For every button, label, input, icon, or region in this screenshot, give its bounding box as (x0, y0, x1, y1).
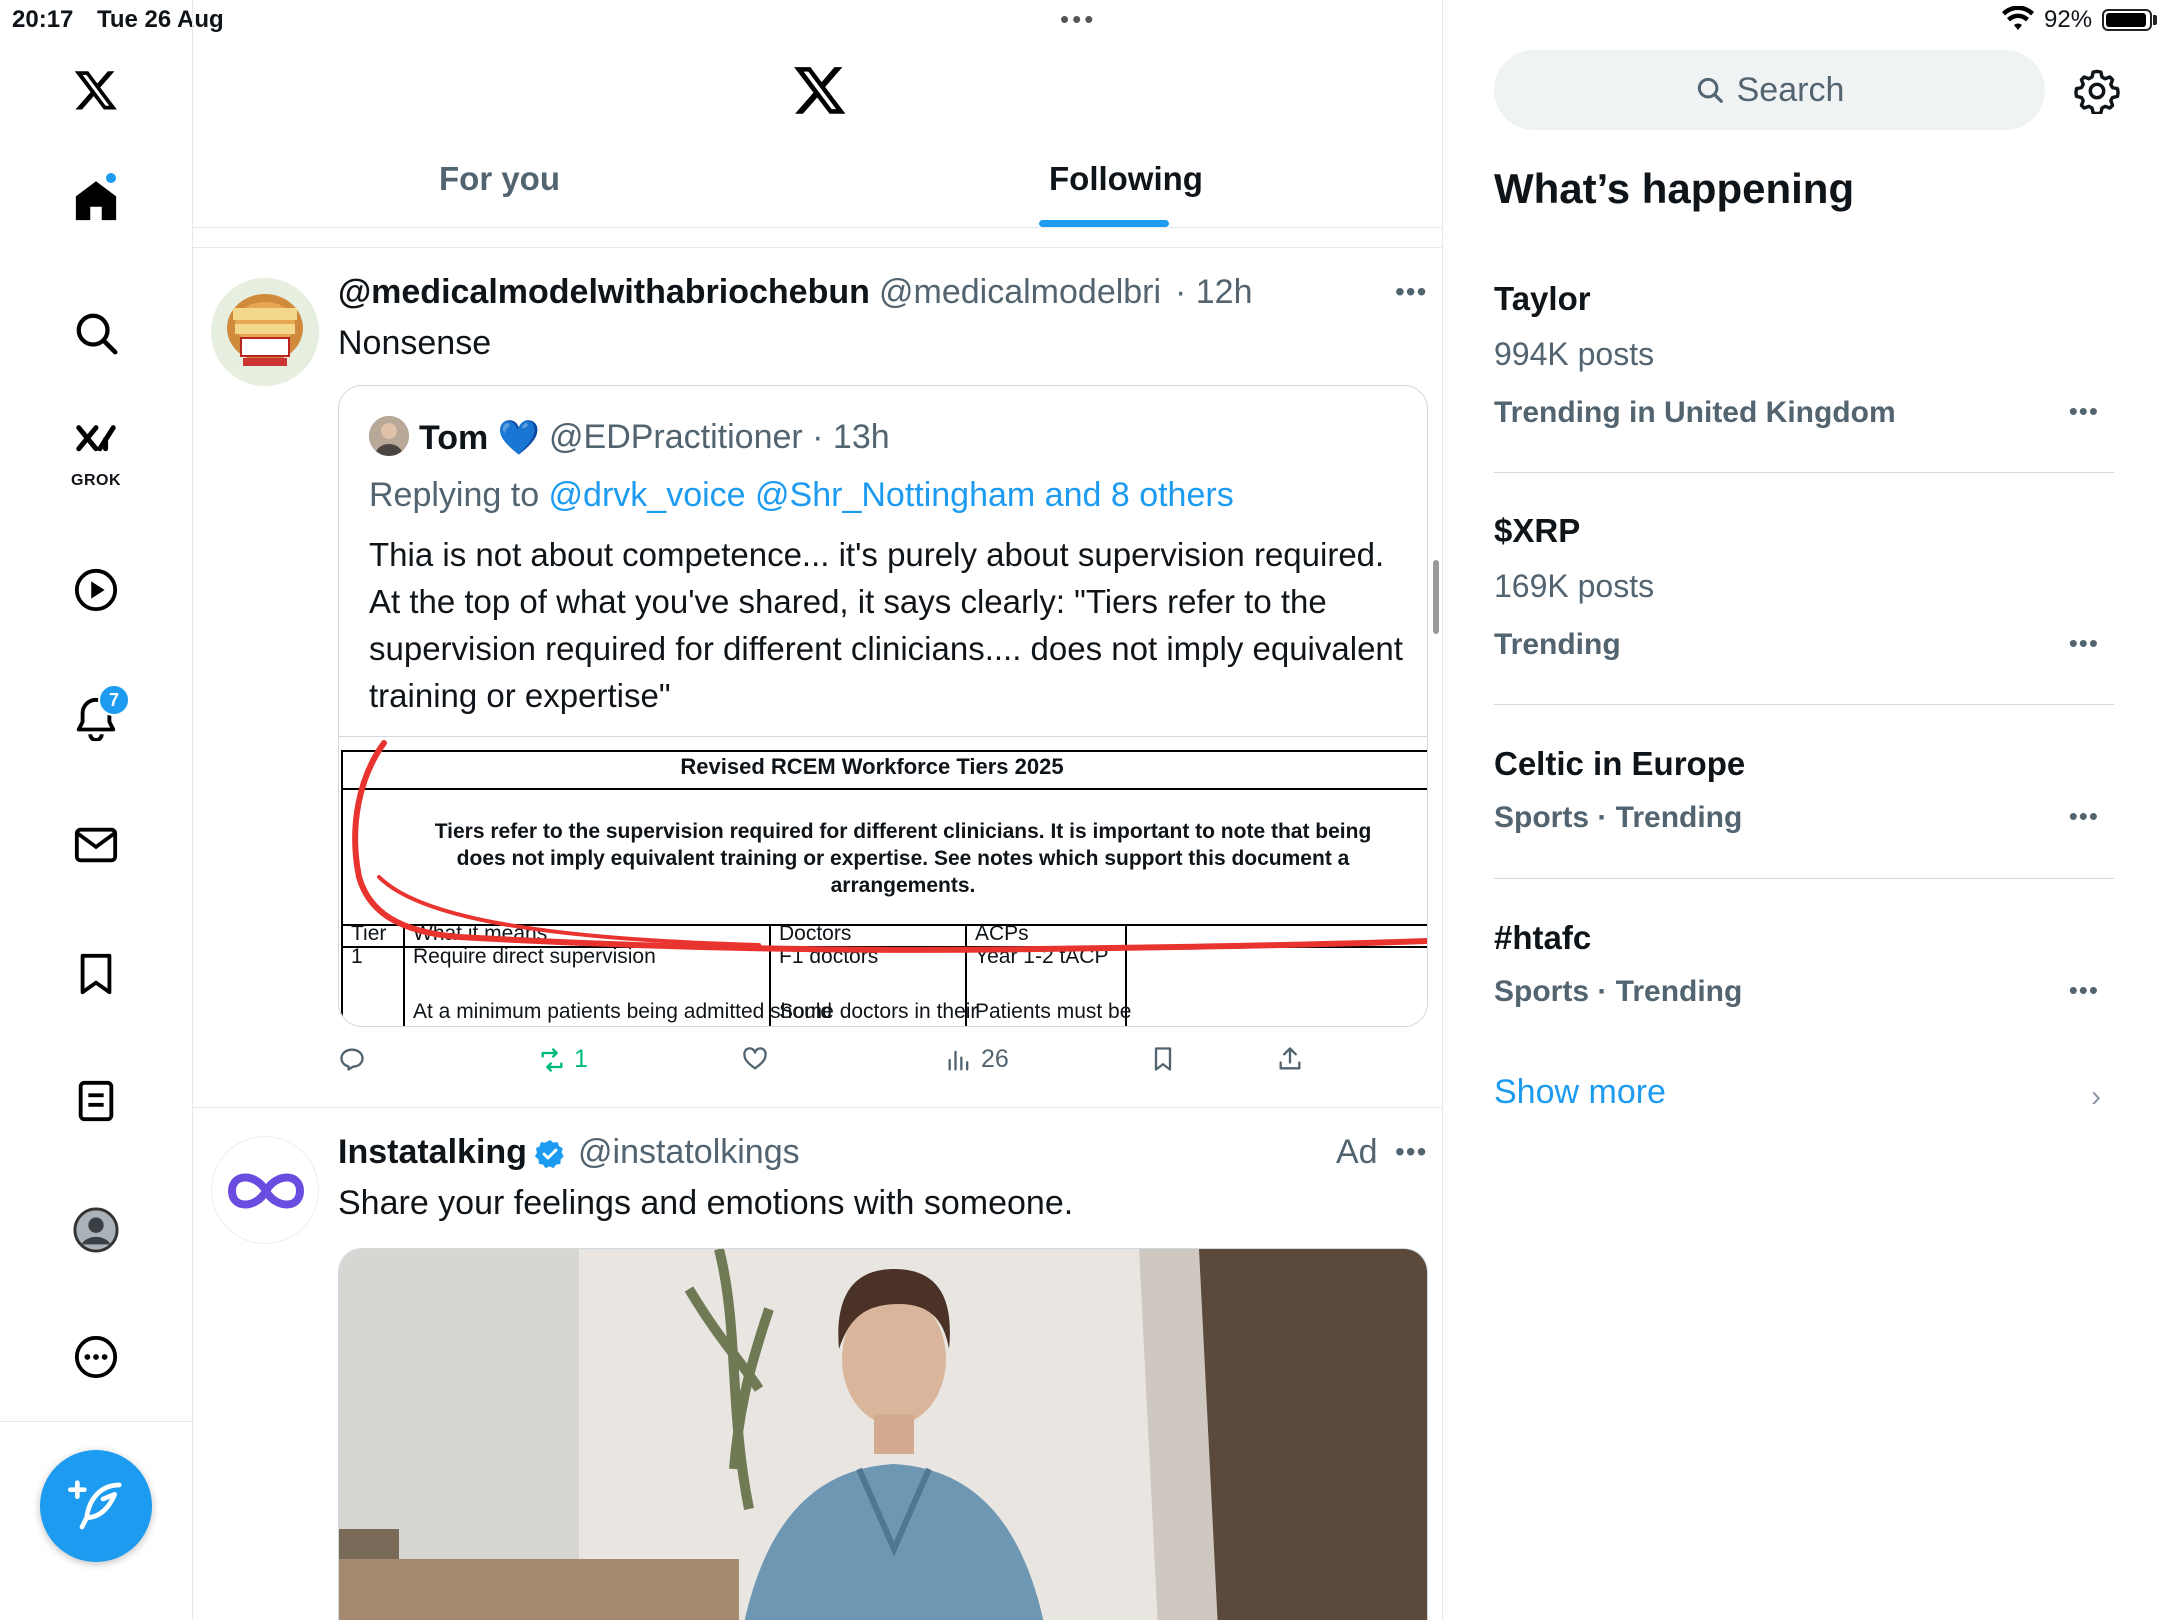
post-author-name[interactable]: Instatalking (338, 1133, 527, 1172)
nav-divider (0, 1421, 193, 1422)
bookmark-icon (1154, 1047, 1172, 1071)
timeline: For you Following @medicalmodelwithabrio… (193, 0, 1443, 1620)
quoted-avatar[interactable] (369, 416, 409, 456)
avatar[interactable] (211, 1136, 319, 1244)
share-button[interactable] (1276, 1045, 1304, 1073)
views-icon (948, 1050, 969, 1070)
trend-title: #htafc (1494, 919, 1592, 956)
trend-more-icon[interactable]: ••• (2069, 628, 2099, 659)
share-icon (1279, 1047, 1301, 1070)
bookmark-button[interactable] (1149, 1045, 1177, 1073)
views-count: 26 (981, 1045, 1009, 1073)
repost-count: 1 (574, 1045, 588, 1073)
search-placeholder: Search (1736, 70, 1845, 109)
ad-label: Ad (1336, 1133, 1378, 1171)
reply-icon (340, 1048, 364, 1071)
trend-item[interactable]: Celtic in Europe Sports · Trending ••• (1494, 745, 2114, 865)
bell-icon[interactable]: 7 (56, 678, 136, 758)
right-sidebar: Search What’s happening Taylor 994K post… (1444, 0, 2160, 1620)
avatar[interactable] (211, 278, 319, 386)
quoted-author-handle[interactable]: @EDPractitioner · 13h (549, 418, 890, 457)
like-button[interactable] (741, 1045, 777, 1073)
home-icon[interactable] (56, 161, 136, 241)
post-more-icon[interactable]: ••• (1395, 1136, 1427, 1168)
left-navigation: GROK 7 (0, 0, 193, 1620)
quoted-text: Thia is not about competence... it's pur… (369, 536, 1403, 714)
trend-meta: Trending (1494, 628, 1621, 661)
active-tab-indicator (1039, 220, 1169, 227)
trend-meta: Sports · Trending (1494, 801, 1743, 834)
post-divider (193, 1107, 1442, 1108)
compose-icon (68, 1480, 122, 1530)
profile-icon[interactable] (56, 1190, 136, 1270)
quoted-name-text: Tom (419, 419, 489, 457)
trend-divider (1494, 704, 2114, 705)
gear-icon[interactable] (2074, 68, 2120, 114)
compose-button[interactable] (40, 1450, 152, 1562)
show-more-link[interactable]: Show more (1494, 1073, 1666, 1112)
repost-button[interactable]: 1 (538, 1045, 588, 1074)
trend-title: $XRP (1494, 512, 1581, 549)
post-timestamp[interactable]: · 12h (1175, 273, 1253, 312)
trend-divider (1494, 472, 2114, 473)
ad-image[interactable] (338, 1248, 1428, 1620)
verified-icon (534, 1140, 564, 1169)
timeline-top-divider (193, 247, 1442, 248)
post-text: Share your feelings and emotions with so… (338, 1184, 1074, 1222)
notifications-badge: 7 (98, 684, 130, 716)
video-icon[interactable] (56, 550, 136, 630)
search-input[interactable]: Search (1494, 50, 2045, 130)
more-icon[interactable] (56, 1317, 136, 1397)
x-logo-icon[interactable] (792, 62, 848, 118)
chevron-right-icon[interactable]: › (2091, 1080, 2101, 1114)
trend-more-icon[interactable]: ••• (2069, 801, 2099, 832)
views-button[interactable]: 26 (945, 1045, 1009, 1074)
whats-happening-title: What’s happening (1494, 165, 1855, 212)
trend-title: Celtic in Europe (1494, 745, 1746, 782)
tab-following[interactable]: Following (1049, 160, 1203, 198)
trend-posts: 994K posts (1494, 336, 1655, 372)
repost-icon (541, 1047, 563, 1072)
reply-button[interactable] (338, 1045, 374, 1073)
search-icon[interactable] (56, 293, 136, 373)
replying-prefix: Replying to (369, 476, 549, 514)
trend-posts: 169K posts (1494, 568, 1655, 604)
trend-more-icon[interactable]: ••• (2069, 396, 2099, 427)
replying-to: Replying to @drvk_voice @Shr_Nottingham … (369, 476, 1234, 515)
lists-icon[interactable] (56, 1061, 136, 1141)
replying-mentions[interactable]: @drvk_voice @Shr_Nottingham and 8 others (549, 476, 1234, 514)
tab-for-you[interactable]: For you (439, 160, 560, 198)
trend-item[interactable]: Taylor 994K posts Trending in United Kin… (1494, 280, 2114, 440)
trend-divider (1494, 878, 2114, 879)
post-more-icon[interactable]: ••• (1395, 276, 1427, 308)
quoted-post[interactable]: Tom 💙 @EDPractitioner · 13h Replying to … (338, 385, 1428, 1027)
blue-heart-icon: 💙 (497, 419, 541, 457)
trend-title: Taylor (1494, 280, 1591, 317)
scrollbar[interactable] (1433, 560, 1439, 634)
trend-meta: Sports · Trending (1494, 975, 1743, 1008)
like-icon (743, 1047, 767, 1070)
x-logo-icon[interactable] (56, 50, 136, 130)
quoted-image[interactable]: Revised RCEM Workforce Tiers 2025 Tiers … (339, 736, 1427, 1026)
mail-icon[interactable] (56, 805, 136, 885)
tabs-divider (193, 227, 1442, 228)
home-unread-dot (104, 171, 118, 185)
red-annotation-stroke (352, 740, 1427, 953)
post-author-handle[interactable]: @instatolkings (578, 1133, 800, 1172)
search-icon (1697, 77, 1723, 103)
quoted-author-name[interactable]: Tom 💙 (419, 418, 540, 458)
post-author-name[interactable]: @medicalmodelwithabriochebun (338, 273, 870, 312)
trend-meta: Trending in United Kingdom (1494, 396, 1896, 429)
post-text: Nonsense (338, 324, 492, 362)
post-author-handle[interactable]: @medicalmodelbri (879, 273, 1161, 312)
grok-icon[interactable]: GROK (56, 412, 136, 492)
trend-more-icon[interactable]: ••• (2069, 975, 2099, 1006)
grok-label: GROK (71, 472, 121, 489)
trend-item[interactable]: $XRP 169K posts Trending ••• (1494, 512, 2114, 672)
bookmark-icon[interactable] (56, 934, 136, 1014)
trend-item[interactable]: #htafc Sports · Trending ••• (1494, 919, 2114, 1039)
